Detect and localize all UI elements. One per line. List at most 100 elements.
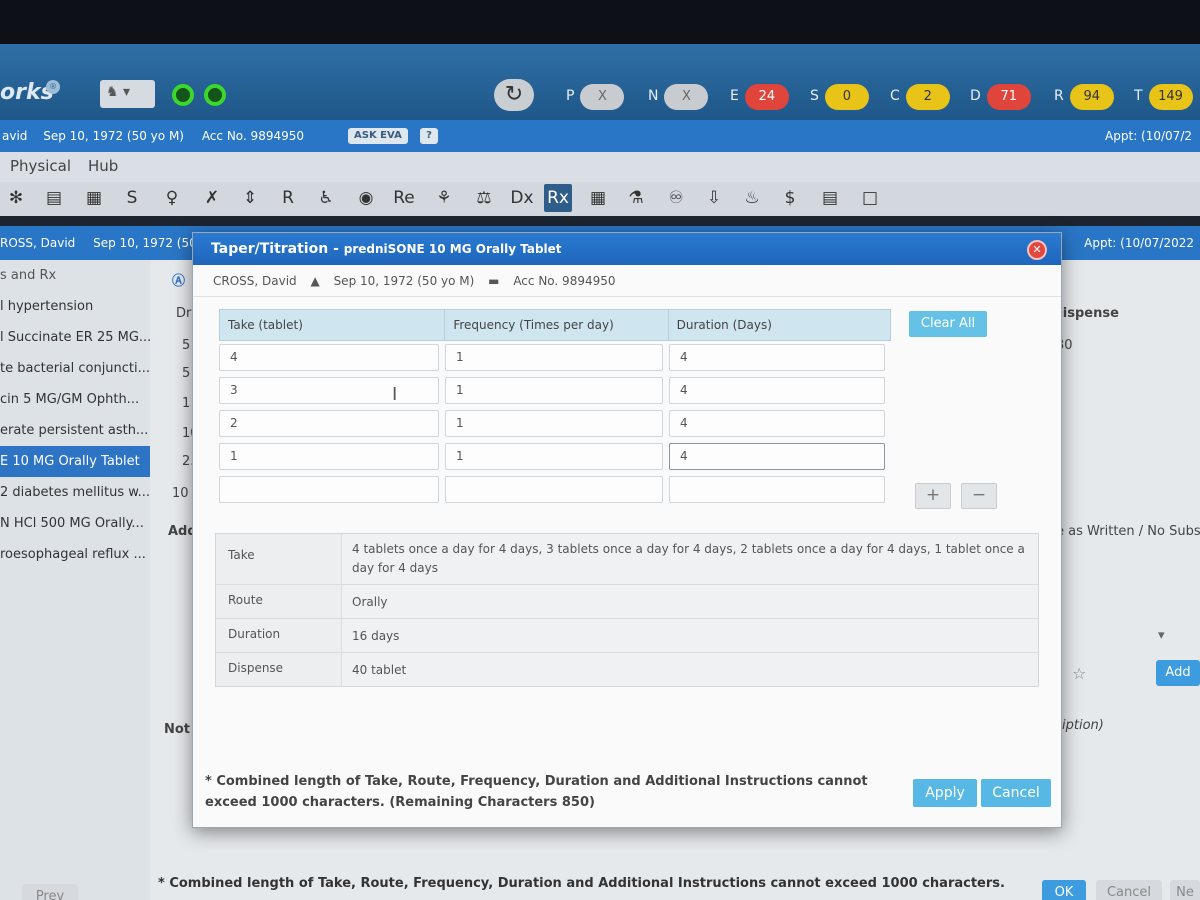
ear-icon[interactable]: ⚘: [430, 184, 458, 212]
take-input[interactable]: 2: [219, 410, 439, 437]
user-switch-button[interactable]: ♞ ▾: [100, 80, 155, 108]
take-input[interactable]: 4: [219, 344, 439, 371]
bg-option: iption): [1062, 718, 1104, 733]
counter-c[interactable]: C2: [890, 84, 950, 110]
link-icon[interactable]: ✻: [2, 184, 30, 212]
frequency-input[interactable]: 1: [445, 443, 663, 470]
col-take: Take (tablet): [220, 310, 446, 340]
summary-key: Take: [216, 534, 342, 584]
download-icon[interactable]: ⇩: [700, 184, 728, 212]
patient-name: avid: [2, 129, 28, 143]
frequency-input[interactable]: 1: [445, 377, 663, 404]
menu-physical[interactable]: Physical: [10, 157, 71, 175]
sidebar-item-active[interactable]: E 10 MG Orally Tablet: [0, 446, 150, 477]
tubes-icon[interactable]: ♾: [662, 184, 690, 212]
user-icon: ♞: [106, 84, 119, 100]
wheelchair-icon[interactable]: ♿: [312, 184, 340, 212]
summary-key: Dispense: [216, 653, 342, 686]
sidebar-item[interactable]: cin 5 MG/GM Ophth...: [0, 384, 150, 415]
take-input[interactable]: 1: [219, 443, 439, 470]
frequency-input[interactable]: 1: [445, 344, 663, 371]
grid-icon[interactable]: ▦: [584, 184, 612, 212]
cancel-button[interactable]: Cancel: [981, 779, 1051, 807]
patient-dob: Sep 10, 1972 (50 yo M): [43, 129, 184, 143]
vitals-icon[interactable]: ⇕: [236, 184, 264, 212]
text-cursor-icon: I: [392, 384, 398, 405]
duration-input[interactable]: [669, 476, 885, 503]
counter-p[interactable]: PX: [566, 84, 625, 110]
chart-icon[interactable]: ▦: [80, 184, 108, 212]
duration-input[interactable]: 4: [669, 344, 885, 371]
help-button[interactable]: ?: [420, 128, 438, 144]
bell-icon[interactable]: ♨: [738, 184, 766, 212]
col-duration: Duration (Days): [676, 318, 772, 332]
counter-d[interactable]: D 71: [970, 84, 1031, 110]
bg-prev-button[interactable]: Prev: [22, 884, 78, 900]
lab-icon[interactable]: ⚖: [470, 184, 498, 212]
sidebar: s and Rx l hypertension l Succinate ER 2…: [0, 260, 150, 900]
tool-s[interactable]: S: [118, 184, 146, 212]
sidebar-item[interactable]: te bacterial conjuncti...: [0, 353, 150, 384]
bg-add-button[interactable]: Add: [1156, 660, 1200, 686]
take-input[interactable]: 3: [219, 377, 439, 404]
sidebar-item[interactable]: 2 diabetes mellitus w...: [0, 477, 150, 508]
history-icon[interactable]: Ⓐ: [172, 270, 185, 289]
tool-r[interactable]: R: [274, 184, 302, 212]
chat-icon[interactable]: ▤: [40, 184, 68, 212]
summary-value: 16 days: [342, 619, 1038, 652]
status-indicator-1: [172, 84, 194, 106]
summary-row: Route Orally: [216, 585, 1038, 619]
sidebar-item[interactable]: l Succinate ER 25 MG...: [0, 322, 150, 353]
sidebar-item[interactable]: erate persistent asth...: [0, 415, 150, 446]
duration-input[interactable]: 4: [669, 377, 885, 404]
female-icon[interactable]: ♀: [158, 184, 186, 212]
taper-row: [219, 473, 891, 506]
add-row-button[interactable]: +: [915, 483, 951, 509]
close-icon[interactable]: ✕: [1027, 240, 1047, 260]
bg-cancel-button[interactable]: Cancel: [1096, 880, 1162, 900]
clear-all-button[interactable]: Clear All: [909, 311, 987, 337]
summary-key: Duration: [216, 619, 342, 652]
chevron-down-icon[interactable]: ▾: [1158, 628, 1165, 643]
document-icon[interactable]: ▤: [816, 184, 844, 212]
remove-row-button[interactable]: −: [961, 483, 997, 509]
bg-next-button[interactable]: Ne: [1170, 880, 1200, 900]
tool-re[interactable]: Re: [390, 184, 418, 212]
patient-bar: avid Sep 10, 1972 (50 yo M) Acc No. 9894…: [0, 120, 1200, 152]
refresh-icon: ↻: [504, 82, 524, 107]
eye-icon[interactable]: ◉: [352, 184, 380, 212]
dialog-title: Taper/Titration -: [211, 241, 344, 257]
counter-s[interactable]: S0: [810, 84, 869, 110]
injection-icon[interactable]: ✗: [198, 184, 226, 212]
logo-badge: ®: [46, 80, 60, 94]
counter-n[interactable]: NX: [648, 84, 709, 110]
taper-row: 4 1 4: [219, 341, 891, 374]
summary-row: Take 4 tablets once a day for 4 days, 3 …: [216, 534, 1038, 585]
duration-input[interactable]: 4: [669, 443, 885, 470]
refresh-button[interactable]: ↻: [494, 79, 534, 111]
frequency-input[interactable]: [445, 476, 663, 503]
billing-icon[interactable]: $: [776, 184, 804, 212]
menu-hub[interactable]: Hub: [88, 157, 118, 175]
sidebar-item[interactable]: roesophageal reflux ...: [0, 539, 150, 570]
sig-summary: Take 4 tablets once a day for 4 days, 3 …: [215, 533, 1039, 687]
star-icon[interactable]: ☆: [1072, 664, 1086, 683]
counter-e[interactable]: E 24: [730, 84, 789, 110]
ask-eva-button[interactable]: ASK EVA: [348, 128, 408, 144]
tool-rx[interactable]: Rx: [544, 184, 572, 212]
tool-dx[interactable]: Dx: [508, 184, 536, 212]
frequency-input[interactable]: 1: [445, 410, 663, 437]
sidebar-header: s and Rx: [0, 268, 57, 283]
dialog-header: Taper/Titration - predniSONE 10 MG Orall…: [193, 233, 1061, 265]
duration-input[interactable]: 4: [669, 410, 885, 437]
apply-button[interactable]: Apply: [913, 779, 977, 807]
sidebar-item[interactable]: l hypertension: [0, 291, 150, 322]
take-input[interactable]: [219, 476, 439, 503]
counter-t[interactable]: T 149: [1134, 84, 1193, 110]
birthday-icon: ▲: [310, 274, 320, 288]
forms-icon[interactable]: □: [856, 184, 884, 212]
sidebar-item[interactable]: N HCl 500 MG Orally...: [0, 508, 150, 539]
counter-r[interactable]: R 94: [1054, 84, 1114, 110]
bg-ok-button[interactable]: OK: [1042, 880, 1086, 900]
flask-icon[interactable]: ⚗: [622, 184, 650, 212]
